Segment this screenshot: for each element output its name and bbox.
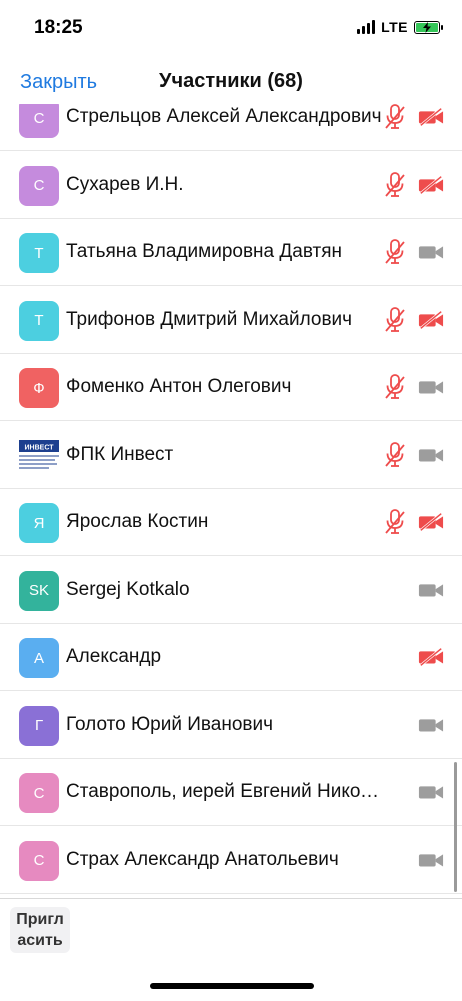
participant-status-icons [418, 779, 444, 805]
video-icon [418, 239, 444, 265]
avatar: А [19, 638, 59, 678]
participant-name: Трифонов Дмитрий Михайлович [66, 308, 353, 330]
video-icon [418, 779, 444, 805]
row-divider [0, 892, 462, 894]
participant-row[interactable]: А Александр [0, 624, 462, 691]
video-off-icon [418, 509, 444, 535]
invite-label-line2: асить [17, 932, 63, 949]
mic-muted-icon [382, 374, 408, 400]
participant-row[interactable]: Т Трифонов Дмитрий Михайлович [0, 287, 462, 354]
video-off-icon [418, 307, 444, 333]
nav-bar: Закрыть Участники (68) [0, 58, 462, 106]
participant-name: Ставрополь, иерей Евгений Николаевич [66, 781, 388, 802]
participant-name: ФПК Инвест [66, 443, 174, 465]
status-time: 18:25 [34, 17, 83, 38]
participant-name: Стрельцов Алексей Александрович [66, 106, 382, 127]
participant-row[interactable]: С Ставрополь, иерей Евгений Николаевич [0, 759, 462, 826]
status-bar: 18:25 LTE [0, 0, 462, 58]
status-icons: LTE [357, 19, 443, 35]
participant-row[interactable]: Г Голото Юрий Иванович [0, 692, 462, 759]
page-title: Участники (68) [159, 70, 303, 92]
participant-row[interactable]: С Страх Александр Анатольевич [0, 827, 462, 894]
participant-status-icons [382, 104, 444, 130]
participant-name: Sergej Kotkalo [66, 578, 190, 600]
avatar: Я [19, 503, 59, 543]
battery-icon [414, 20, 443, 34]
video-icon [418, 847, 444, 873]
participant-row[interactable]: SK Sergej Kotkalo [0, 557, 462, 624]
scrollbar[interactable] [454, 762, 457, 892]
mic-muted-icon [382, 239, 408, 265]
mic-muted-icon [382, 441, 408, 468]
participant-status-icons [382, 374, 444, 400]
participant-row[interactable]: Т Татьяна Владимировна Давтян [0, 219, 462, 286]
invite-button[interactable]: Пригл асить [10, 907, 70, 953]
avatar: Г [19, 705, 59, 746]
participant-row[interactable]: С Стрельцов Алексей Александрович [0, 104, 462, 151]
participant-name: Фоменко Антон Олегович [66, 376, 292, 397]
participant-row[interactable]: Ф Фоменко Антон Олегович [0, 354, 462, 421]
participants-list[interactable]: С Стрельцов Алексей Александрович С Сухарев… [0, 104, 462, 898]
video-off-icon [418, 644, 444, 670]
participant-status-icons [382, 306, 444, 333]
avatar: Т [19, 233, 59, 273]
participant-name: Ярослав Костин [66, 511, 209, 532]
video-off-icon [418, 172, 444, 198]
company-logo-avatar: ИНВЕСТ [19, 435, 59, 476]
mic-muted-icon [382, 171, 408, 198]
bottom-bar: Пригл асить [0, 898, 462, 1001]
video-icon [418, 712, 444, 738]
invite-label-line1: Пригл [16, 911, 64, 928]
participant-status-icons [382, 171, 444, 198]
video-icon [418, 442, 444, 468]
video-icon [418, 577, 444, 603]
avatar: Т [19, 300, 59, 341]
participant-status-icons [382, 509, 444, 535]
mic-muted-icon [382, 509, 408, 535]
mic-muted-icon [382, 104, 408, 130]
mic-muted-icon [382, 306, 408, 333]
participant-row[interactable]: Я Ярослав Костин [0, 489, 462, 556]
participant-status-icons [418, 577, 444, 603]
signal-icon [357, 20, 376, 34]
network-label: LTE [381, 19, 408, 35]
participant-name: Александр [66, 646, 162, 667]
avatar: С [19, 165, 59, 206]
avatar: С [19, 104, 59, 138]
participant-status-icons [418, 644, 444, 670]
avatar: С [19, 840, 59, 881]
participant-status-icons [382, 239, 444, 265]
avatar: С [19, 773, 59, 813]
participant-row[interactable]: С Сухарев И.Н. [0, 152, 462, 219]
participant-status-icons [382, 441, 444, 468]
avatar: Ф [19, 368, 59, 408]
participant-name: Голото Юрий Иванович [66, 713, 273, 735]
video-icon [418, 374, 444, 400]
participant-status-icons [418, 847, 444, 873]
video-off-icon [418, 104, 444, 130]
participant-status-icons [418, 712, 444, 738]
participant-row[interactable]: ИНВЕСТ ФПК Инвест [0, 422, 462, 489]
participant-name: Сухарев И.Н. [66, 173, 184, 195]
participant-name: Страх Александр Анатольевич [66, 848, 339, 870]
participant-name: Татьяна Владимировна Давтян [66, 241, 342, 262]
home-indicator [150, 983, 314, 989]
avatar: SK [19, 570, 59, 611]
logo-text: ИНВЕСТ [25, 444, 55, 451]
